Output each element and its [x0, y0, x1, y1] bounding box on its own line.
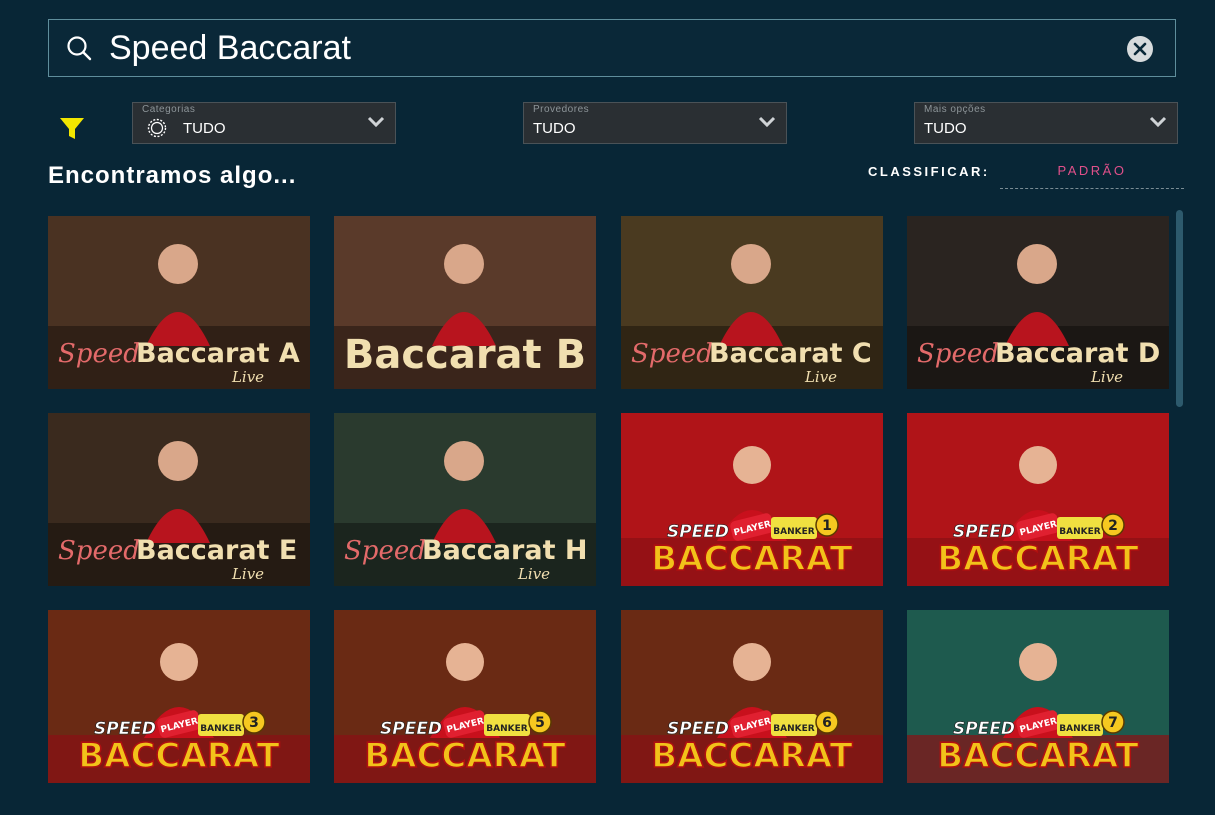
more-options-value: TUDO — [924, 120, 967, 137]
game-number: 7 — [1108, 715, 1118, 731]
game-banker: BANKER — [200, 724, 241, 734]
game-number: 6 — [822, 715, 832, 731]
search-input[interactable]: Speed Baccarat — [109, 30, 351, 66]
game-title: Baccarat D — [995, 338, 1160, 369]
game-prefix: Speed — [344, 536, 426, 566]
game-subtitle: Live — [804, 368, 837, 386]
game-tile[interactable]: Speed Baccarat H Live — [334, 413, 596, 586]
game-number: 1 — [822, 518, 832, 534]
sort-label: CLASSIFICAR: — [868, 164, 990, 179]
categories-value: TUDO — [183, 120, 226, 137]
clear-icon[interactable] — [1127, 36, 1153, 62]
game-banker: BANKER — [773, 527, 814, 537]
more-options-dropdown[interactable]: Mais opções TUDO — [914, 102, 1178, 144]
game-title: Baccarat H — [422, 535, 587, 566]
categories-dropdown[interactable]: Categorias TUDO — [132, 102, 396, 144]
funnel-icon[interactable] — [58, 114, 86, 142]
game-tile[interactable]: Baccarat B — [334, 216, 596, 389]
game-subtitle: Live — [231, 565, 264, 583]
game-tile[interactable]: Speed Baccarat A Live — [48, 216, 310, 389]
game-title: BACCARAT — [937, 539, 1139, 579]
more-options-label: Mais opções — [924, 104, 986, 115]
game-banker: BANKER — [486, 724, 527, 734]
chevron-down-icon — [1149, 116, 1167, 128]
scrollbar[interactable] — [1176, 210, 1183, 407]
game-number: 5 — [535, 715, 545, 731]
results-heading: Encontramos algo... — [48, 162, 297, 189]
game-banker: BANKER — [1059, 527, 1100, 537]
game-tile[interactable]: SPEED PLAYER BANKER 7 BACCARAT — [907, 610, 1169, 783]
game-tile[interactable]: Speed Baccarat C Live — [621, 216, 883, 389]
game-banker: BANKER — [1059, 724, 1100, 734]
game-title: BACCARAT — [364, 736, 566, 776]
chip-icon — [147, 118, 167, 138]
game-title: BACCARAT — [651, 539, 853, 579]
game-title: BACCARAT — [78, 736, 280, 776]
game-banker: BANKER — [773, 724, 814, 734]
chevron-down-icon — [758, 116, 776, 128]
game-title: Baccarat B — [344, 332, 586, 378]
game-subtitle: Live — [1090, 368, 1123, 386]
providers-dropdown[interactable]: Provedores TUDO — [523, 102, 787, 144]
game-tile[interactable]: Speed Baccarat D Live — [907, 216, 1169, 389]
categories-label: Categorias — [142, 104, 196, 115]
providers-value: TUDO — [533, 120, 576, 137]
game-title: Baccarat A — [136, 338, 300, 369]
game-title: Baccarat C — [709, 338, 872, 369]
game-number: 2 — [1108, 518, 1118, 534]
game-prefix: Speed — [631, 339, 713, 369]
search-icon — [67, 36, 92, 61]
game-tile[interactable]: SPEED PLAYER BANKER 2 BACCARAT — [907, 413, 1169, 586]
game-number: 3 — [249, 715, 259, 731]
game-subtitle: Live — [517, 565, 550, 583]
game-tile[interactable]: SPEED PLAYER BANKER 5 BACCARAT — [334, 610, 596, 783]
search-bar[interactable]: Speed Baccarat — [48, 19, 1176, 77]
game-title: Baccarat E — [136, 535, 297, 566]
sort-dropdown[interactable]: PADRÃO — [1000, 160, 1184, 189]
chevron-down-icon — [367, 116, 385, 128]
game-subtitle: Live — [231, 368, 264, 386]
game-tile[interactable]: SPEED PLAYER BANKER 1 BACCARAT — [621, 413, 883, 586]
game-title: BACCARAT — [937, 736, 1139, 776]
game-tile[interactable]: SPEED PLAYER BANKER 3 BACCARAT — [48, 610, 310, 783]
game-prefix: Speed — [917, 339, 999, 369]
game-prefix: Speed — [58, 536, 140, 566]
game-tile[interactable]: Speed Baccarat E Live — [48, 413, 310, 586]
game-prefix: Speed — [58, 339, 140, 369]
game-tile[interactable]: SPEED PLAYER BANKER 6 BACCARAT — [621, 610, 883, 783]
providers-label: Provedores — [533, 104, 590, 115]
game-title: BACCARAT — [651, 736, 853, 776]
